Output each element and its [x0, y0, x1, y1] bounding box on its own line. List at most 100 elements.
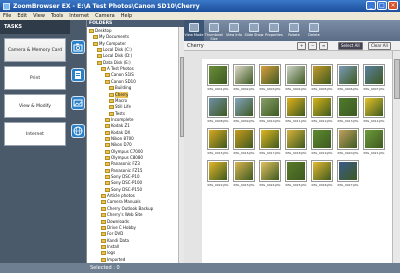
tree-folder-item[interactable]: Olympus C7000: [105, 149, 143, 155]
photo-thumbnail[interactable]: IMG_0013.JPG: [336, 95, 360, 125]
tree-folder-item[interactable]: Install: [101, 244, 119, 250]
photo-thumbnail[interactable]: IMG_0014.JPG: [362, 95, 386, 125]
photo-thumbnail[interactable]: IMG_0020.JPG: [336, 127, 360, 157]
menu-edit[interactable]: Edit: [17, 12, 27, 20]
photo-thumbnail[interactable]: IMG_0022.JPG: [206, 159, 230, 189]
tree-folder-item[interactable]: Imported: [101, 257, 125, 263]
tree-folder-item[interactable]: Desktop: [89, 28, 112, 34]
photo-thumbnail[interactable]: IMG_0003.JPG: [258, 63, 282, 93]
tree-folder-item[interactable]: My Documents: [93, 34, 129, 40]
tool-view-mode[interactable]: View Mode: [184, 20, 204, 41]
tree-folder-item[interactable]: A Test Photos: [101, 66, 134, 72]
photo-image: [287, 66, 305, 84]
tool-view-info[interactable]: View Info: [224, 20, 244, 41]
photo-thumbnail[interactable]: IMG_0027.JPG: [336, 159, 360, 189]
tree-folder-item[interactable]: Cherry: [109, 91, 129, 98]
menu-file[interactable]: File: [3, 12, 11, 20]
photo-thumbnail[interactable]: IMG_0008.JPG: [206, 95, 230, 125]
photo-thumbnail[interactable]: IMG_0005.JPG: [310, 63, 334, 93]
zoom-in-icon[interactable]: +: [297, 42, 307, 50]
photo-image: [261, 98, 279, 116]
tool-properties[interactable]: Properties: [264, 20, 284, 41]
tree-folder-item[interactable]: Sony DSC-P150: [105, 187, 142, 193]
tree-folder-item[interactable]: Cherry Outlook Backup: [101, 206, 153, 212]
tree-folder-item[interactable]: Canon S1IS: [105, 72, 134, 78]
menu-tools[interactable]: Tools: [51, 12, 63, 20]
sort-icon[interactable]: ≡: [319, 42, 329, 50]
tool-thumbnail-size[interactable]: Thumbnail Size: [204, 20, 224, 41]
tool-delete[interactable]: Delete: [304, 20, 324, 41]
tree-folder-item[interactable]: Tests: [109, 111, 125, 117]
menu-internet[interactable]: Internet: [69, 12, 89, 20]
menu-view[interactable]: View: [33, 12, 45, 20]
photo-thumbnail[interactable]: IMG_0015.JPG: [206, 127, 230, 157]
maximize-button[interactable]: □: [377, 1, 387, 10]
tree-folder-item[interactable]: Nikon D70: [105, 142, 132, 148]
tree-folder-item[interactable]: Camera Manuals: [101, 199, 141, 205]
photo-thumbnail[interactable]: IMG_0024.JPG: [258, 159, 282, 189]
photo-thumbnail[interactable]: IMG_0010.JPG: [258, 95, 282, 125]
menu-camera[interactable]: Camera: [95, 12, 115, 20]
picture-icon[interactable]: [71, 96, 85, 110]
task-internet-button[interactable]: Internet: [4, 122, 66, 146]
tool-slide-show[interactable]: Slide Show: [244, 20, 264, 41]
tree-folder-item[interactable]: Sony DSC-P10: [105, 174, 140, 180]
camera-icon[interactable]: [71, 40, 85, 54]
tree-folder-item[interactable]: Cherry's Web Site: [101, 212, 143, 218]
photo-thumbnail[interactable]: IMG_0026.JPG: [310, 159, 334, 189]
tree-folder-item[interactable]: Downloads: [101, 219, 129, 225]
tree-folder-item[interactable]: Kodak Z1: [105, 123, 130, 129]
tree-folder-label: Kodak Z1: [111, 123, 130, 129]
tree-folder-item[interactable]: Panasonic FZ15: [105, 168, 142, 174]
photo-thumbnail[interactable]: IMG_0021.JPG: [362, 127, 386, 157]
tree-folder-item[interactable]: Kandi Data: [101, 238, 129, 244]
tree-folder-item[interactable]: Kodak DX: [105, 130, 130, 136]
tree-folder-item[interactable]: logs: [101, 250, 115, 256]
photo-thumbnail[interactable]: IMG_0001.JPG: [206, 63, 230, 93]
tree-folder-item[interactable]: For DVD: [101, 231, 123, 237]
photo-thumbnail[interactable]: IMG_0025.JPG: [284, 159, 308, 189]
tree-folder-item[interactable]: My Computer: [93, 41, 126, 47]
tree-folder-item[interactable]: Olympus C8080: [105, 155, 143, 161]
photo-filename: IMG_0025.JPG: [285, 183, 307, 187]
photo-thumbnail[interactable]: IMG_0006.JPG: [336, 63, 360, 93]
photo-thumbnail[interactable]: IMG_0009.JPG: [232, 95, 256, 125]
tree-folder-item[interactable]: Drive C Hobby: [101, 225, 136, 231]
tree-folder-item[interactable]: Canon SD10: [105, 79, 136, 85]
tree-folder-item[interactable]: Building: [109, 85, 131, 91]
tree-folder-item[interactable]: Still Life: [109, 104, 131, 110]
tree-folder-item[interactable]: Data Disk (E:): [97, 60, 131, 66]
clear-all-button[interactable]: Clear All: [368, 42, 391, 50]
menu-help[interactable]: Help: [121, 12, 132, 20]
tree-folder-item[interactable]: Panasonic FZ3: [105, 161, 140, 167]
task-view-modify-button[interactable]: View & Modify: [4, 94, 66, 118]
close-button[interactable]: ×: [388, 1, 398, 10]
tree-folder-item[interactable]: Local Disk (C:): [97, 47, 132, 53]
tree-folder-item[interactable]: Sony DSC-P100: [105, 180, 142, 186]
photo-thumbnail[interactable]: IMG_0011.JPG: [284, 95, 308, 125]
thumbnail-scrollbar[interactable]: [392, 51, 400, 263]
photo-thumbnail[interactable]: IMG_0019.JPG: [310, 127, 334, 157]
photo-thumbnail[interactable]: IMG_0012.JPG: [310, 95, 334, 125]
tool-rotate[interactable]: Rotate: [284, 20, 304, 41]
globe-icon[interactable]: [71, 124, 85, 138]
task-print-button[interactable]: Print: [4, 66, 66, 90]
photo-thumbnail[interactable]: IMG_0023.JPG: [232, 159, 256, 189]
tree-folder-item[interactable]: Nikon 8700: [105, 136, 134, 142]
print-icon[interactable]: [71, 68, 85, 82]
photo-thumbnail[interactable]: IMG_0018.JPG: [284, 127, 308, 157]
photo-thumbnail[interactable]: IMG_0002.JPG: [232, 63, 256, 93]
photo-thumbnail[interactable]: IMG_0004.JPG: [284, 63, 308, 93]
tree-folder-item[interactable]: Local Disk (D:): [97, 53, 132, 59]
tree-folder-item[interactable]: Incomplete: [105, 117, 133, 123]
tree-folder-item[interactable]: Macro: [109, 98, 127, 104]
thumbnail-scroll-thumb[interactable]: [394, 59, 400, 99]
zoom-out-icon[interactable]: −: [308, 42, 318, 50]
minimize-button[interactable]: _: [366, 1, 376, 10]
photo-thumbnail[interactable]: IMG_0007.JPG: [362, 63, 386, 93]
task-camera-memory-card-button[interactable]: Camera & Memory Card: [4, 38, 66, 62]
photo-thumbnail[interactable]: IMG_0016.JPG: [232, 127, 256, 157]
tree-folder-item[interactable]: Article photos: [101, 193, 135, 199]
photo-thumbnail[interactable]: IMG_0017.JPG: [258, 127, 282, 157]
select-all-button[interactable]: Select All: [338, 42, 363, 50]
